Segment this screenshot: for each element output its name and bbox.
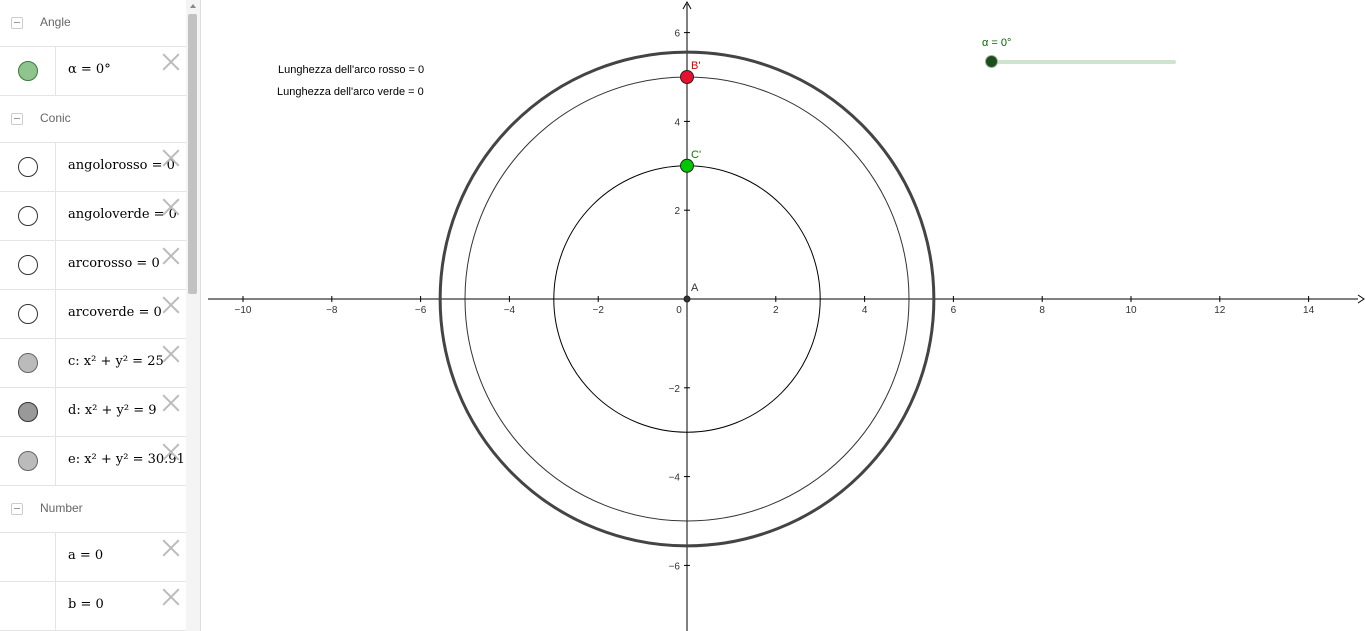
algebra-expression[interactable]: α = 0° [68, 62, 111, 77]
visibility-marble-icon[interactable] [18, 206, 38, 226]
x-tick-label: −2 [592, 305, 604, 316]
algebra-expression[interactable]: d: x² + y² = 9 [68, 403, 157, 418]
delete-icon[interactable] [162, 198, 180, 216]
algebra-expression[interactable]: angoloverde = 0 [68, 207, 177, 222]
y-tick-label: 4 [674, 117, 680, 128]
algebra-item[interactable]: c: x² + y² = 25 [0, 339, 186, 388]
point-A [683, 295, 691, 303]
slider-alpha-knob[interactable] [985, 55, 998, 68]
algebra-list: Angle α = 0° Conic angolorosso = 0 angolover… [0, 0, 186, 631]
x-tick-label: 6 [951, 305, 957, 316]
algebra-item[interactable]: d: x² + y² = 9 [0, 388, 186, 437]
group-label: Conic [40, 111, 71, 125]
x-tick-label: 8 [1039, 305, 1045, 316]
delete-icon[interactable] [162, 53, 180, 71]
visibility-cell[interactable] [0, 339, 56, 387]
collapse-icon[interactable] [11, 17, 23, 29]
x-tick-label: −4 [504, 305, 516, 316]
x-tick-label: 12 [1214, 305, 1226, 316]
red-arc-length-text: Lunghezza dell'arco rosso = 0 [278, 64, 425, 76]
visibility-marble-icon[interactable] [18, 157, 38, 177]
point-Bprime [680, 70, 694, 84]
visibility-cell[interactable] [0, 241, 56, 289]
x-tick-label: 14 [1303, 305, 1315, 316]
scroll-thumb[interactable] [188, 14, 197, 294]
slider-alpha-label: α = 0° [982, 37, 1012, 49]
delete-icon[interactable] [162, 588, 180, 606]
visibility-marble-icon[interactable] [18, 402, 38, 422]
y-tick-label: −4 [669, 473, 681, 484]
group-header-conic[interactable]: Conic [0, 96, 186, 143]
algebra-item[interactable]: angoloverde = 0 [0, 192, 186, 241]
delete-icon[interactable] [162, 539, 180, 557]
group-label: Angle [40, 15, 71, 29]
delete-icon[interactable] [162, 443, 180, 461]
group-label: Number [40, 501, 83, 515]
visibility-marble-icon[interactable] [18, 451, 38, 471]
point-label: B' [691, 60, 700, 72]
algebra-expression[interactable]: angolorosso = 0 [68, 158, 175, 173]
collapse-icon[interactable] [11, 113, 23, 125]
algebra-item[interactable]: angolorosso = 0 [0, 143, 186, 192]
collapse-icon[interactable] [11, 503, 23, 515]
algebra-expression[interactable]: c: x² + y² = 25 [68, 354, 164, 369]
point-label: C' [691, 149, 701, 161]
algebra-expression[interactable]: arcorosso = 0 [68, 256, 160, 271]
algebra-item[interactable]: arcorosso = 0 [0, 241, 186, 290]
visibility-cell[interactable] [0, 47, 56, 95]
x-tick-label: 2 [773, 305, 779, 316]
algebra-item[interactable]: α = 0° [0, 47, 186, 96]
slider-alpha-track[interactable] [993, 60, 1176, 64]
algebra-view: Angle α = 0° Conic angolorosso = 0 angolover… [0, 0, 201, 631]
visibility-cell[interactable] [0, 437, 56, 485]
visibility-cell[interactable] [0, 582, 56, 630]
delete-icon[interactable] [162, 149, 180, 167]
x-tick-label: 4 [862, 305, 868, 316]
x-tick-label: 0 [676, 305, 682, 316]
visibility-cell[interactable] [0, 143, 56, 191]
x-tick-label: −6 [415, 305, 427, 316]
algebra-scrollbar[interactable] [186, 0, 200, 631]
visibility-cell[interactable] [0, 192, 56, 240]
delete-icon[interactable] [162, 345, 180, 363]
y-tick-label: −2 [669, 384, 681, 395]
algebra-item[interactable]: b = 0 [0, 582, 186, 631]
group-header-angle[interactable]: Angle [0, 0, 186, 47]
delete-icon[interactable] [162, 296, 180, 314]
visibility-cell[interactable] [0, 388, 56, 436]
y-tick-label: 2 [674, 206, 680, 217]
x-tick-label: 10 [1125, 305, 1137, 316]
graphics-view[interactable]: −10 −8 −6 −4 −2 0 2 4 6 8 10 12 14 6 4 2 −2 −4 −6 A B' C' Lun… [208, 0, 1366, 631]
delete-icon[interactable] [162, 394, 180, 412]
visibility-cell[interactable] [0, 290, 56, 338]
visibility-marble-icon[interactable] [18, 61, 38, 81]
visibility-marble-icon[interactable] [18, 255, 38, 275]
visibility-marble-icon[interactable] [18, 304, 38, 324]
visibility-cell[interactable] [0, 533, 56, 581]
point-Cprime [680, 158, 694, 173]
visibility-marble-icon[interactable] [18, 353, 38, 373]
algebra-expression[interactable]: b = 0 [68, 597, 104, 612]
x-axis-arrow-icon [1357, 294, 1365, 304]
y-tick-label: 6 [674, 29, 680, 40]
y-tick-label: −6 [669, 561, 681, 572]
point-label: A [691, 282, 699, 294]
green-arc-length-text: Lunghezza dell'arco verde = 0 [277, 86, 424, 98]
algebra-item[interactable]: arcoverde = 0 [0, 290, 186, 339]
scroll-up-arrow-icon[interactable] [190, 4, 196, 8]
algebra-item[interactable]: e: x² + y² = 30.91 [0, 437, 186, 486]
x-tick-label: −8 [326, 305, 338, 316]
algebra-expression[interactable]: arcoverde = 0 [68, 305, 162, 320]
delete-icon[interactable] [162, 247, 180, 265]
x-tick-label: −10 [235, 305, 252, 316]
algebra-item[interactable]: a = 0 [0, 533, 186, 582]
group-header-number[interactable]: Number [0, 486, 186, 533]
algebra-expression[interactable]: a = 0 [68, 548, 103, 563]
